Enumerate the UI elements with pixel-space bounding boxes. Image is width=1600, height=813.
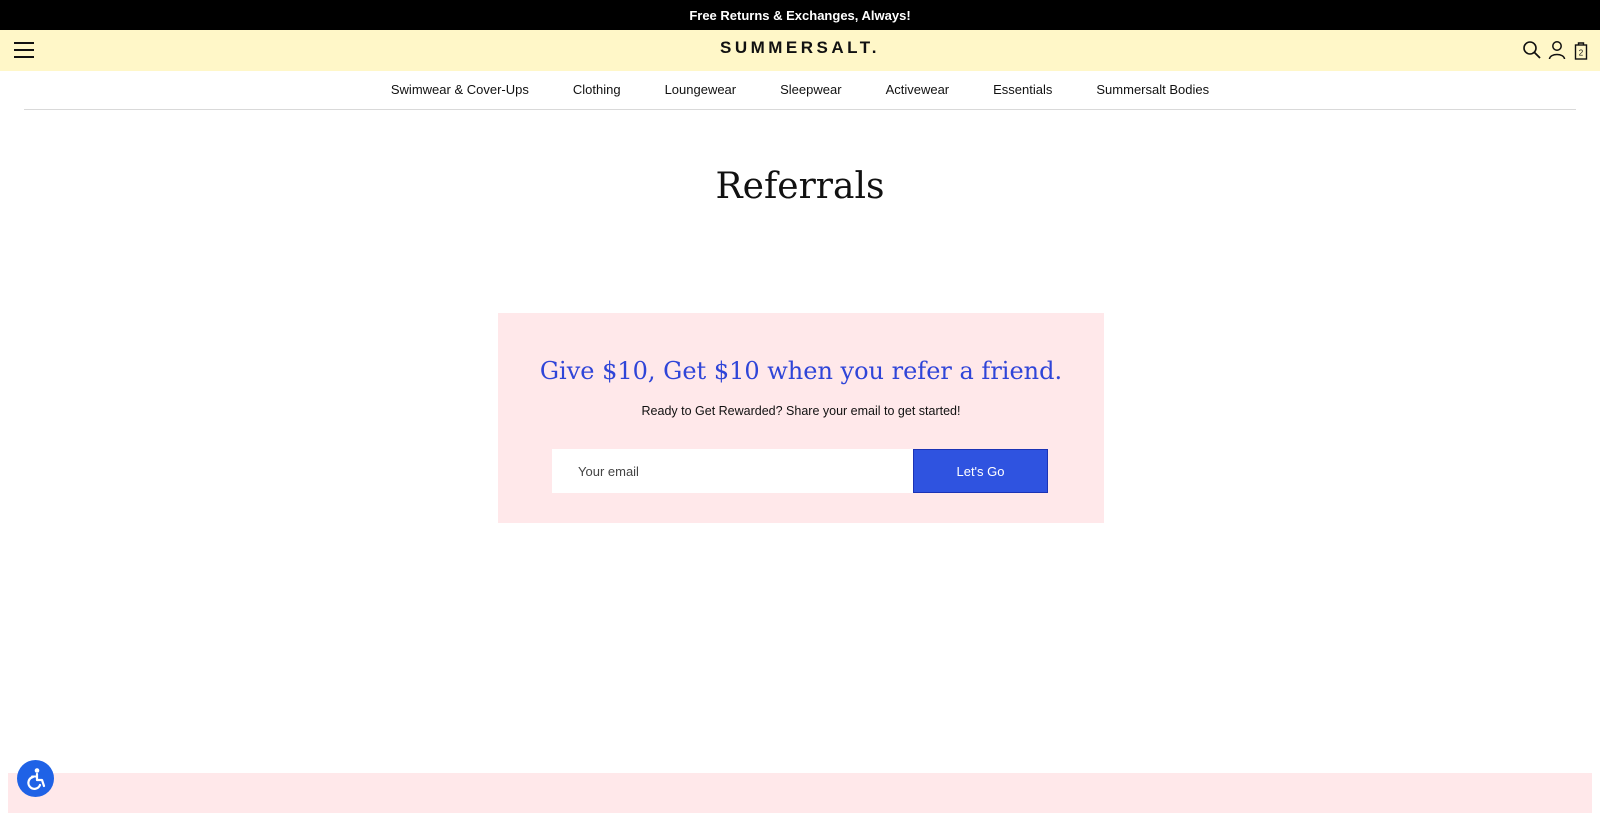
account-icon[interactable] — [1547, 40, 1567, 60]
nav-item-summersalt-bodies[interactable]: Summersalt Bodies — [1096, 82, 1209, 97]
lets-go-button[interactable]: Let's Go — [913, 449, 1048, 493]
accessibility-icon[interactable] — [17, 760, 54, 797]
footer-band — [8, 773, 1592, 813]
menu-icon[interactable] — [14, 42, 34, 59]
nav-item-essentials[interactable]: Essentials — [993, 82, 1052, 97]
page-title: Referrals — [715, 166, 885, 207]
bag-icon[interactable]: 2 — [1571, 40, 1591, 60]
announcement-text: Free Returns & Exchanges, Always! — [689, 7, 911, 23]
site-logo[interactable]: SUMMERSALT. — [700, 38, 900, 58]
search-icon[interactable] — [1522, 40, 1542, 60]
cart-count: 2 — [1579, 49, 1584, 58]
nav-item-swimwear[interactable]: Swimwear & Cover-Ups — [391, 82, 529, 97]
announcement-bar: Free Returns & Exchanges, Always! — [0, 0, 1600, 30]
main-nav: Swimwear & Cover-Ups Clothing Loungewear… — [24, 71, 1576, 110]
nav-item-clothing[interactable]: Clothing — [573, 82, 621, 97]
referral-heading: Give $10, Get $10 when you refer a frien… — [539, 357, 1063, 385]
email-field[interactable] — [552, 449, 913, 493]
referral-subtext: Ready to Get Rewarded? Share your email … — [641, 404, 961, 418]
site-header: SUMMERSALT. 2 — [0, 30, 1600, 71]
nav-item-sleepwear[interactable]: Sleepwear — [780, 82, 841, 97]
nav-item-activewear[interactable]: Activewear — [886, 82, 950, 97]
nav-item-loungewear[interactable]: Loungewear — [665, 82, 737, 97]
referral-panel: Give $10, Get $10 when you refer a frien… — [498, 313, 1104, 523]
